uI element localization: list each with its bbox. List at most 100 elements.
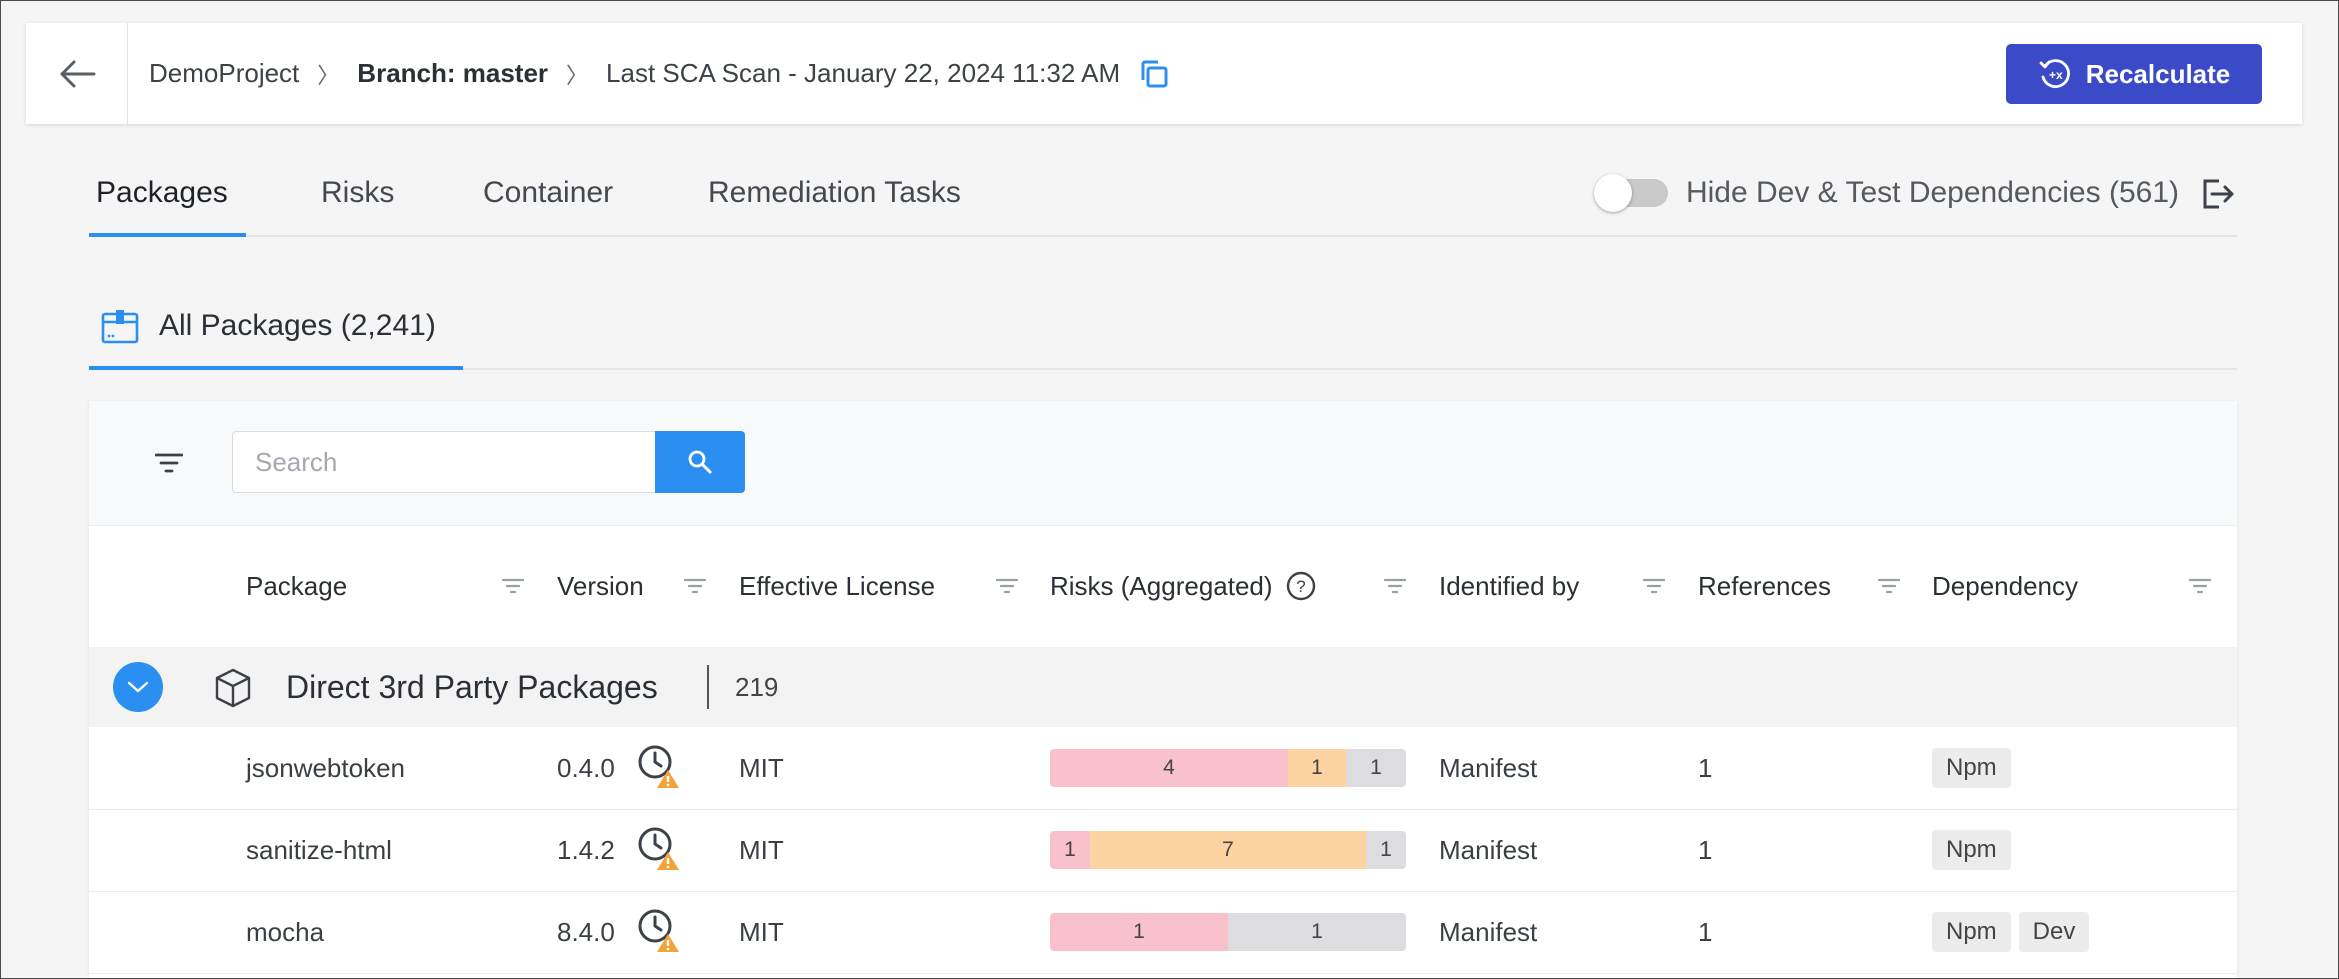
tab-remediation-tasks[interactable]: Remediation Tasks bbox=[708, 153, 961, 233]
breadcrumb-scan: Last SCA Scan - January 22, 2024 11:32 A… bbox=[606, 58, 1121, 88]
outdated-clock-warning-icon bbox=[638, 909, 679, 952]
risk-low-segment: 1 bbox=[1366, 831, 1406, 869]
package-version: 0.4.0 bbox=[557, 752, 615, 783]
risk-medium-segment: 1 bbox=[1288, 749, 1346, 787]
recalculate-icon: +x bbox=[2039, 59, 2070, 88]
tab-packages-label: Packages bbox=[96, 176, 228, 209]
help-icon[interactable]: ? bbox=[1285, 570, 1317, 602]
search-input[interactable] bbox=[232, 431, 658, 493]
filter-icon[interactable] bbox=[151, 445, 187, 481]
group-count: 219 bbox=[735, 671, 779, 702]
package-license: MIT bbox=[739, 834, 784, 865]
tab-packages[interactable]: Packages bbox=[96, 153, 228, 233]
outdated-clock-warning-icon bbox=[638, 827, 679, 870]
references-count[interactable]: 1 bbox=[1698, 809, 1712, 891]
table-toolbar bbox=[89, 401, 2237, 526]
group-divider bbox=[707, 665, 709, 709]
subtab-all-packages[interactable]: All Packages (2,241) bbox=[89, 286, 463, 366]
table-row[interactable]: jsonwebtoken 0.4.0 MIT 4 1 1 Manifest 1 … bbox=[89, 727, 2237, 810]
column-filter-icon[interactable] bbox=[1381, 572, 1409, 600]
recalculate-label: Recalculate bbox=[2085, 58, 2231, 89]
dependency-tags: Npm Dev bbox=[1932, 891, 2097, 973]
arrow-left-icon bbox=[60, 60, 95, 87]
dependency-tag: Npm bbox=[1932, 830, 2011, 870]
package-version: 8.4.0 bbox=[557, 916, 615, 947]
package-box-icon bbox=[101, 310, 139, 344]
column-filter-icon[interactable] bbox=[993, 572, 1021, 600]
app-frame: DemoProject 〉 Branch: master 〉 Last SCA … bbox=[0, 0, 2339, 979]
active-tab-indicator bbox=[89, 233, 246, 237]
main-tabs: Packages Risks Container Remediation Tas… bbox=[89, 153, 2237, 237]
recalculate-button[interactable]: +x Recalculate bbox=[2006, 44, 2262, 104]
group-row-direct-packages: Direct 3rd Party Packages 219 bbox=[89, 647, 2237, 727]
package-subtabs: All Packages (2,241) bbox=[89, 286, 2237, 370]
package-name[interactable]: jsonwebtoken bbox=[246, 727, 405, 809]
chevron-right-icon: 〉 bbox=[317, 62, 340, 88]
risk-low-segment: 1 bbox=[1228, 913, 1406, 951]
subtab-all-packages-label: All Packages (2,241) bbox=[159, 309, 436, 342]
toggle-knob bbox=[1593, 174, 1632, 212]
breadcrumb-project[interactable]: DemoProject bbox=[149, 58, 299, 89]
package-version: 1.4.2 bbox=[557, 834, 615, 865]
column-dependency[interactable]: Dependency bbox=[1932, 525, 2078, 647]
table-row[interactable]: mocha 8.4.0 MIT 1 1 Manifest 1 Npm Dev bbox=[89, 891, 2237, 974]
dependency-tag: Npm bbox=[1932, 748, 2011, 788]
tab-risks[interactable]: Risks bbox=[321, 153, 394, 233]
breadcrumb-branch[interactable]: Branch: master bbox=[357, 58, 548, 89]
package-name[interactable]: sanitize-html bbox=[246, 809, 392, 891]
hide-dev-toggle-group: Hide Dev & Test Dependencies (561) bbox=[1593, 153, 2237, 233]
package-name[interactable]: mocha bbox=[246, 891, 324, 973]
column-filter-icon[interactable] bbox=[1875, 572, 1903, 600]
table-row[interactable]: sanitize-html 1.4.2 MIT 1 7 1 Manifest 1… bbox=[89, 809, 2237, 892]
search-icon bbox=[688, 450, 712, 474]
tab-risks-label: Risks bbox=[321, 176, 395, 209]
column-filter-icon[interactable] bbox=[681, 572, 709, 600]
chevron-down-icon bbox=[127, 681, 149, 693]
svg-text:+x: +x bbox=[2049, 68, 2063, 82]
risk-high-segment: 1 bbox=[1050, 913, 1228, 951]
risk-aggregate-bar: 1 1 bbox=[1050, 913, 1406, 951]
identified-by: Manifest bbox=[1439, 834, 1538, 865]
back-button[interactable] bbox=[26, 23, 128, 124]
dependency-tags: Npm bbox=[1932, 727, 2019, 809]
copy-icon[interactable] bbox=[1138, 58, 1170, 90]
hide-dev-label: Hide Dev & Test Dependencies (561) bbox=[1685, 176, 2179, 209]
risk-low-segment: 1 bbox=[1346, 749, 1406, 787]
column-version[interactable]: Version bbox=[557, 525, 644, 647]
column-filter-icon[interactable] bbox=[499, 572, 527, 600]
column-filter-icon[interactable] bbox=[1640, 572, 1668, 600]
column-references[interactable]: References bbox=[1698, 525, 1831, 647]
column-filter-icon[interactable] bbox=[2186, 572, 2214, 600]
column-identified-by[interactable]: Identified by bbox=[1439, 525, 1579, 647]
search-button[interactable] bbox=[655, 431, 745, 493]
tab-container[interactable]: Container bbox=[483, 153, 613, 233]
identified-by: Manifest bbox=[1439, 916, 1538, 947]
column-package[interactable]: Package bbox=[246, 525, 347, 647]
cube-icon bbox=[215, 668, 251, 708]
package-license: MIT bbox=[739, 752, 784, 783]
risk-aggregate-bar: 4 1 1 bbox=[1050, 749, 1406, 787]
column-risks-label: Risks (Aggregated) bbox=[1050, 570, 1273, 601]
risk-high-segment: 1 bbox=[1050, 831, 1090, 869]
export-icon[interactable] bbox=[2197, 173, 2237, 213]
references-count[interactable]: 1 bbox=[1698, 891, 1712, 973]
risk-aggregate-bar: 1 7 1 bbox=[1050, 831, 1406, 869]
risk-medium-segment: 7 bbox=[1090, 831, 1366, 869]
svg-text:?: ? bbox=[1296, 577, 1305, 596]
dependency-tag: Dev bbox=[2018, 912, 2090, 952]
risk-high-segment: 4 bbox=[1050, 749, 1288, 787]
table-header: Package Version Effective License Risks … bbox=[89, 525, 2237, 647]
collapse-group-button[interactable] bbox=[113, 662, 163, 712]
packages-panel: Package Version Effective License Risks … bbox=[89, 401, 2237, 978]
references-count[interactable]: 1 bbox=[1698, 727, 1712, 809]
column-risks-aggregated[interactable]: Risks (Aggregated) ? bbox=[1050, 525, 1317, 647]
dependency-tags: Npm bbox=[1932, 809, 2019, 891]
dependency-tag: Npm bbox=[1932, 912, 2011, 952]
hide-dev-toggle[interactable] bbox=[1593, 174, 1668, 212]
chevron-right-icon: 〉 bbox=[566, 62, 589, 88]
outdated-clock-warning-icon bbox=[638, 745, 679, 788]
column-effective-license[interactable]: Effective License bbox=[739, 525, 935, 647]
header-bar: DemoProject 〉 Branch: master 〉 Last SCA … bbox=[26, 23, 2302, 124]
identified-by: Manifest bbox=[1439, 752, 1538, 783]
tab-container-label: Container bbox=[483, 176, 614, 209]
